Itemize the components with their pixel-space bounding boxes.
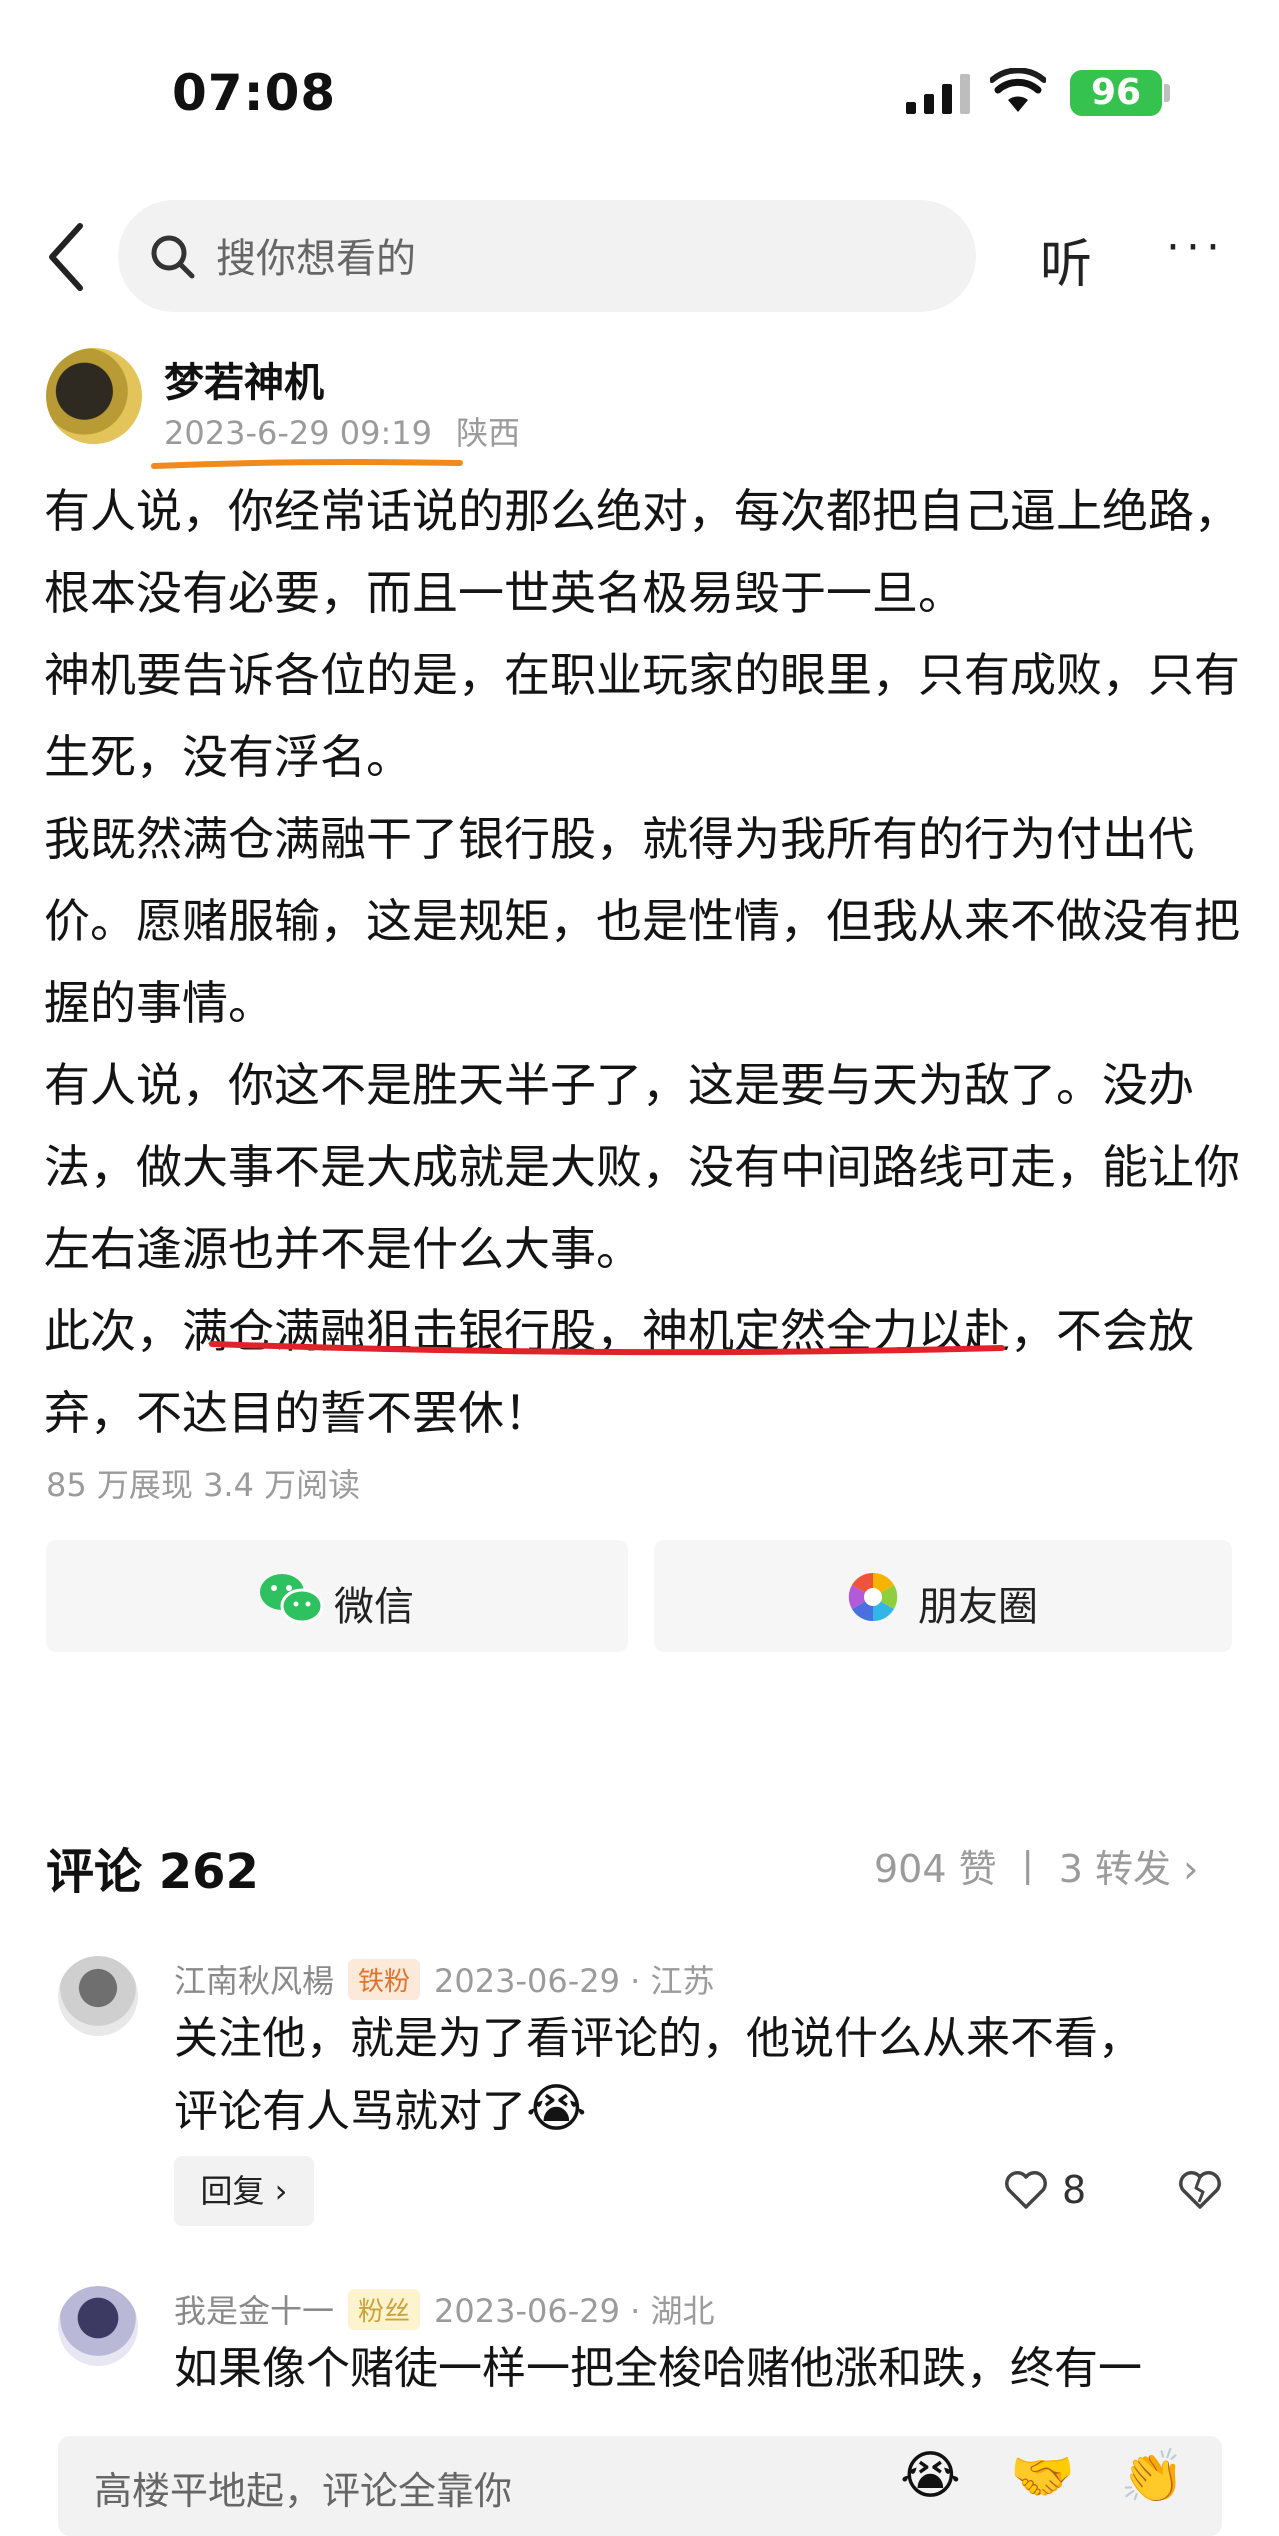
share-moments-label[interactable]: 朋友圈 — [918, 1574, 1038, 1632]
listen-button[interactable]: 听 — [1040, 222, 1092, 297]
battery-tip — [1164, 84, 1170, 102]
post-stats: 85 万展现 3.4 万阅读 — [46, 1466, 361, 1504]
post-location: 陕西 — [456, 414, 521, 452]
post-datetime: 2023-6-29 09:19 — [164, 414, 432, 452]
reply-button[interactable]: 回复 › — [174, 2156, 314, 2226]
moments-icon — [848, 1572, 898, 1622]
post-meta: 2023-6-29 09:19 陕西 — [164, 408, 520, 454]
post-paragraph: 我既然满仓满融干了银行股，就得为我所有的行为付出代价。愿赌服输，这是规矩，也是性… — [44, 812, 1240, 1030]
comment-text: 如果像个赌徒一样一把全梭哈赌他涨和跌，终有一 — [174, 2343, 1142, 2394]
comment-text: 关注他，就是为了看评论的，他说什么从来不看， 评论有人骂就对了😭 — [174, 2004, 1142, 2147]
comment-avatar[interactable] — [58, 2286, 138, 2366]
post-paragraph: 此次，满仓满融狙击银行股，神机定然全力以赴，不会放弃，不达目的誓不罢休！ — [44, 1304, 1194, 1440]
search-icon — [151, 235, 195, 279]
heart-icon[interactable] — [1004, 2170, 1048, 2210]
red-underline-annotation — [209, 1341, 1005, 1356]
fan-badge: 粉丝 — [348, 2288, 421, 2330]
comments-meta-text[interactable]: 904 赞 丨 3 转发 — [874, 1847, 1183, 1891]
cellular-signal-icon — [906, 74, 970, 114]
comment-text-line-2: 评论有人骂就对了 — [174, 2086, 526, 2137]
author-avatar[interactable] — [46, 348, 142, 444]
post-paragraph: 神机要告诉各位的是，在职业玩家的眼里，只有成败，只有生死，没有浮名。 — [44, 648, 1240, 784]
comment-avatar[interactable] — [58, 1956, 138, 2036]
back-arrow-icon[interactable] — [44, 222, 88, 292]
comment-text-line: 关注他，就是为了看评论的，他说什么从来不看， — [174, 2013, 1142, 2064]
author-name[interactable]: 梦若神机 — [164, 350, 324, 408]
like-count: 8 — [1062, 2168, 1087, 2212]
comment-author[interactable]: 江南秋风楊 — [174, 1956, 334, 2002]
crying-emoji-icon: 😭 — [526, 2079, 587, 2139]
handshake-emoji-icon[interactable]: 🤝 — [1010, 2446, 1075, 2507]
battery-indicator: 96 — [1070, 70, 1162, 116]
comment-input-placeholder[interactable]: 高楼平地起，评论全靠你 — [94, 2460, 512, 2515]
post-body: 有人说，你经常话说的那么绝对，每次都把自己逼上绝路，根本没有必要，而且一世英名极… — [44, 470, 1244, 1454]
search-placeholder[interactable]: 搜你想看的 — [216, 226, 416, 284]
fan-badge: 铁粉 — [348, 1958, 421, 2000]
wechat-icon — [260, 1574, 324, 1624]
more-options-button[interactable]: ··· — [1166, 222, 1226, 273]
comment-text-line: 评论有人骂就对了😭 — [174, 2074, 1142, 2147]
comment-header: 我是金十一 粉丝 2023-06-29 · 湖北 — [174, 2286, 715, 2332]
comment-author[interactable]: 我是金十一 — [174, 2286, 334, 2332]
broken-heart-icon[interactable] — [1178, 2170, 1222, 2210]
chevron-right-icon: › — [1183, 1847, 1199, 1891]
comments-meta[interactable]: 904 赞 丨 3 转发 › — [874, 1838, 1198, 1893]
status-time: 07:08 — [172, 64, 337, 122]
comments-title: 评论 262 — [46, 1844, 259, 1900]
comment-date: 2023-06-29 · 湖北 — [434, 2292, 715, 2330]
comment-date: 2023-06-29 · 江苏 — [434, 1962, 715, 2000]
comment-header: 江南秋风楊 铁粉 2023-06-29 · 江苏 — [174, 1956, 715, 2002]
post-paragraph: 有人说，你这不是胜天半子了，这是要与天为敌了。没办法，做大事不是大成就是大败，没… — [44, 1058, 1240, 1276]
orange-underline-annotation — [151, 459, 463, 469]
post-paragraph: 有人说，你经常话说的那么绝对，每次都把自己逼上绝路，根本没有必要，而且一世英名极… — [44, 484, 1240, 620]
crying-emoji-icon[interactable]: 😭 — [900, 2446, 961, 2506]
share-wechat-label[interactable]: 微信 — [334, 1574, 414, 1632]
wifi-icon — [990, 68, 1046, 112]
clapping-emoji-icon[interactable]: 👏 — [1120, 2446, 1185, 2507]
